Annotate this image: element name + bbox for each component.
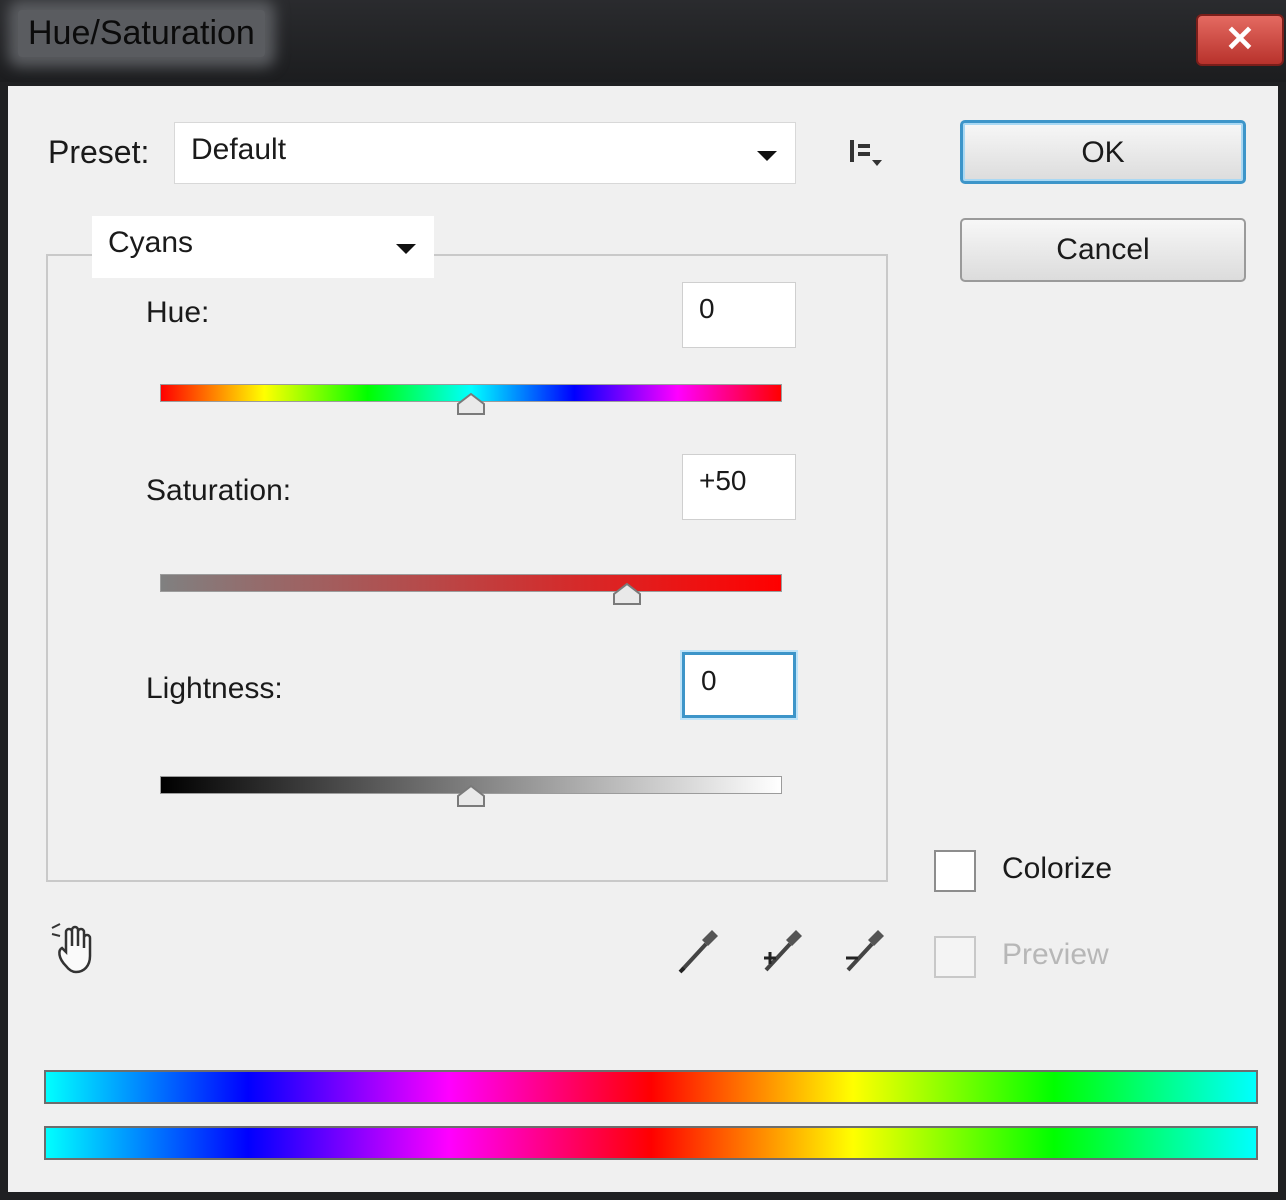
colorize-label: Colorize — [1002, 852, 1113, 885]
saturation-label: Saturation: — [146, 474, 292, 507]
window-title: Hue/Saturation — [18, 10, 265, 57]
preview-checkbox[interactable] — [934, 936, 976, 978]
channel-value: Cyans — [108, 226, 194, 259]
title-bar: Hue/Saturation ✕ — [0, 0, 1286, 82]
preset-value: Default — [191, 133, 287, 166]
close-button[interactable]: ✕ — [1196, 14, 1284, 66]
input-spectrum-bar — [44, 1070, 1258, 1104]
hue-slider-thumb[interactable] — [456, 392, 486, 416]
dialog-body: Preset: Default OK Cancel Cyans Hue: 0 S… — [8, 86, 1278, 1192]
chevron-down-icon — [757, 151, 777, 161]
preview-label: Preview — [1002, 938, 1109, 971]
eyedropper-minus-icon[interactable] — [838, 922, 894, 978]
channel-dropdown[interactable]: Cyans — [92, 216, 434, 278]
lightness-input[interactable]: 0 — [682, 652, 796, 718]
cancel-button[interactable]: Cancel — [960, 218, 1246, 282]
preset-label: Preset: — [48, 134, 150, 170]
saturation-slider-thumb[interactable] — [612, 582, 642, 606]
saturation-slider-track[interactable] — [160, 574, 782, 592]
hue-label: Hue: — [146, 296, 210, 329]
saturation-input[interactable]: +50 — [682, 454, 796, 520]
lightness-label: Lightness: — [146, 672, 283, 705]
ok-button[interactable]: OK — [960, 120, 1246, 184]
eyedropper-plus-icon[interactable] — [756, 922, 812, 978]
output-spectrum-bar[interactable] — [44, 1126, 1258, 1160]
lightness-slider-thumb[interactable] — [456, 784, 486, 808]
eyedropper-icon[interactable] — [672, 922, 728, 978]
hand-icon[interactable] — [48, 922, 104, 978]
hue-input[interactable]: 0 — [682, 282, 796, 348]
colorize-checkbox[interactable] — [934, 850, 976, 892]
preset-options-icon[interactable] — [846, 136, 886, 172]
chevron-down-icon — [396, 244, 416, 254]
preset-dropdown[interactable]: Default — [174, 122, 796, 184]
